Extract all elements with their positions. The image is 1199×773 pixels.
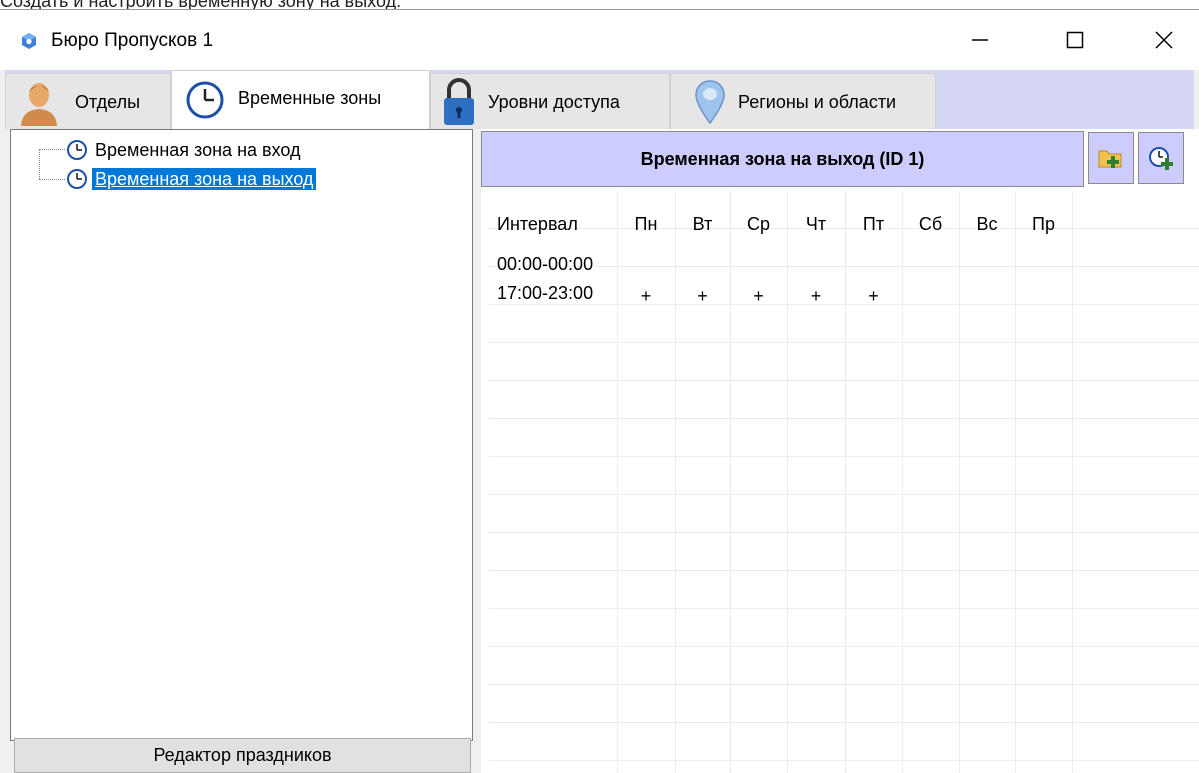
grid-column-line <box>617 191 618 773</box>
tab-strip: Отделы Временные зоны Уровни доступа Рег… <box>5 70 1194 129</box>
tab-label: Отделы <box>75 92 141 112</box>
day-cell[interactable] <box>617 251 675 277</box>
tab-regions[interactable]: Регионы и области <box>670 73 936 129</box>
grid-column-line <box>1015 191 1016 773</box>
tree-item-label: Временная зона на выход <box>92 168 317 190</box>
tree-connector <box>39 179 65 180</box>
close-icon <box>1155 31 1173 49</box>
grid-column-line <box>730 191 731 773</box>
tree-item[interactable]: Временная зона на вход <box>66 138 304 162</box>
day-cell[interactable] <box>845 251 902 277</box>
maximize-button[interactable] <box>1052 20 1098 60</box>
zone-title: Временная зона на выход (ID 1) <box>481 131 1084 187</box>
tree-item-selected[interactable]: Временная зона на выход <box>66 167 317 191</box>
day-cell[interactable]: + <box>617 283 675 309</box>
tree-connector <box>39 149 40 179</box>
tab-time-zones[interactable]: Временные зоны <box>171 70 430 129</box>
day-cell[interactable] <box>902 251 959 277</box>
grid-column-line <box>902 191 903 773</box>
tree-connector <box>39 149 65 150</box>
close-button[interactable] <box>1141 20 1187 60</box>
day-cell[interactable] <box>959 251 1015 277</box>
tab-departments[interactable]: Отделы <box>5 73 171 129</box>
minimize-icon <box>972 39 988 41</box>
day-cell[interactable]: + <box>730 283 787 309</box>
add-interval-button[interactable] <box>1138 132 1184 184</box>
day-cell[interactable] <box>1015 251 1072 277</box>
schedule-grid: Интервал Пн Вт Ср Чт Пт Сб Вс Пр 00:00-0… <box>481 191 1199 773</box>
day-cell[interactable] <box>675 251 730 277</box>
column-header-interval[interactable]: Интервал <box>497 211 615 237</box>
title-bar: Бюро Пропусков 1 <box>0 10 1199 70</box>
interval-cell[interactable]: 17:00-23:00 <box>497 280 615 306</box>
interval-cell[interactable]: 00:00-00:00 <box>497 251 615 277</box>
add-folder-button[interactable] <box>1088 132 1134 184</box>
map-pin-icon <box>695 80 725 125</box>
column-header-sat[interactable]: Сб <box>902 211 959 237</box>
column-header-mon[interactable]: Пн <box>617 211 675 237</box>
day-cell[interactable]: + <box>675 283 730 309</box>
column-header-wed[interactable]: Ср <box>730 211 787 237</box>
day-cell[interactable] <box>1015 283 1072 309</box>
tab-label: Временные зоны <box>238 88 382 108</box>
holiday-editor-button[interactable]: Редактор праздников <box>14 738 471 773</box>
maximize-icon <box>1066 31 1084 49</box>
grid-column-line <box>845 191 846 773</box>
column-header-tue[interactable]: Вт <box>675 211 730 237</box>
column-header-holiday[interactable]: Пр <box>1015 211 1072 237</box>
day-cell[interactable] <box>787 251 845 277</box>
day-cell[interactable] <box>902 283 959 309</box>
grid-row-lines <box>489 191 1199 773</box>
grid-column-line <box>1072 191 1073 773</box>
person-icon <box>21 83 57 126</box>
tab-label: Регионы и области <box>738 92 897 112</box>
day-cell[interactable]: + <box>845 283 902 309</box>
column-header-fri[interactable]: Пт <box>845 211 902 237</box>
day-cell[interactable] <box>959 283 1015 309</box>
clock-add-icon <box>1149 147 1173 170</box>
clock-icon <box>186 81 224 119</box>
tab-access-levels[interactable]: Уровни доступа <box>430 73 670 129</box>
app-logo-icon <box>22 33 36 49</box>
time-zone-tree: Временная зона на вход Временная зона на… <box>10 129 473 741</box>
clock-icon <box>67 140 87 160</box>
app-window: Бюро Пропусков 1 Отделы Временные зоны У… <box>0 10 1199 773</box>
minimize-button[interactable] <box>957 20 1003 60</box>
day-cell[interactable] <box>730 251 787 277</box>
column-header-sun[interactable]: Вс <box>959 211 1015 237</box>
window-title: Бюро Пропусков 1 <box>51 30 214 51</box>
column-header-thu[interactable]: Чт <box>787 211 845 237</box>
tree-item-label: Временная зона на вход <box>95 140 301 160</box>
day-cell[interactable]: + <box>787 283 845 309</box>
grid-column-line <box>675 191 676 773</box>
tab-label: Уровни доступа <box>488 92 620 112</box>
clock-icon <box>67 169 87 189</box>
grid-column-line <box>787 191 788 773</box>
zone-editor-panel: Временная зона на выход (ID 1) Интервал … <box>481 129 1199 773</box>
lock-icon <box>444 78 474 125</box>
grid-column-line <box>959 191 960 773</box>
folder-add-icon <box>1098 150 1122 168</box>
